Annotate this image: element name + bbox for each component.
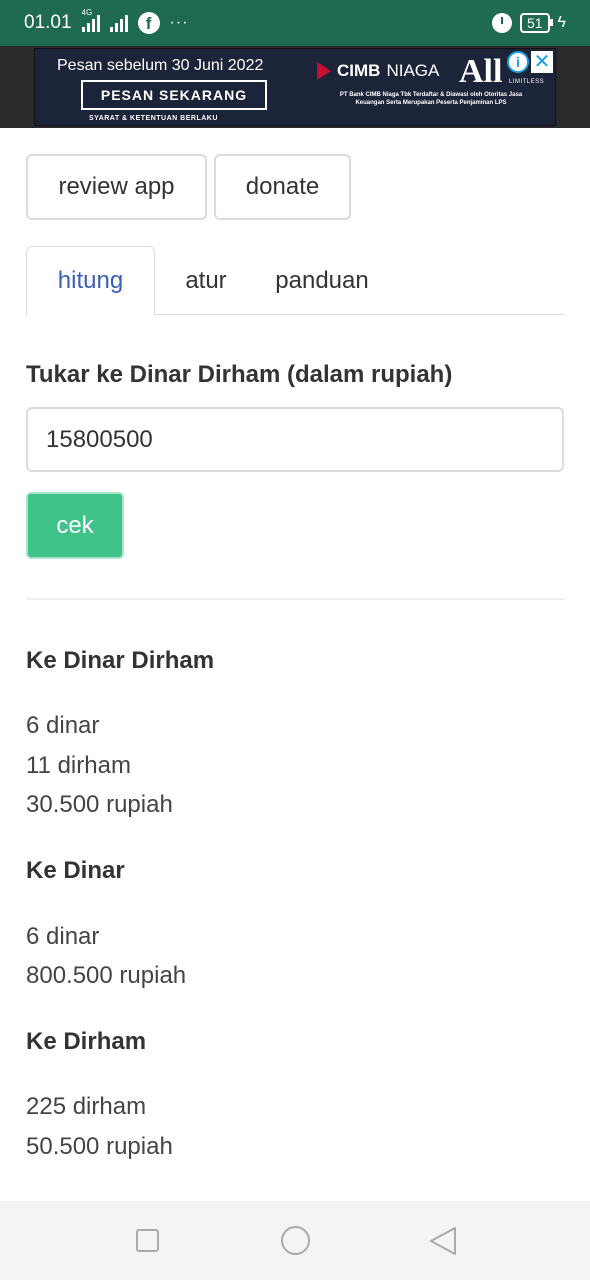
result-line: 11 dirham <box>26 752 131 779</box>
home-icon[interactable] <box>281 1226 310 1255</box>
ad-brand-cimb: CIMB <box>337 61 381 80</box>
ad-banner[interactable]: Pesan sebelum 30 Juni 2022 PESAN SEKARAN… <box>34 48 556 126</box>
charging-icon: ϟ <box>557 14 566 31</box>
system-nav-bar <box>0 1201 590 1280</box>
status-bar: 01.01 4G f ··· 51 ϟ <box>0 0 590 46</box>
ad-limitless: LIMITLESS <box>509 79 545 85</box>
network-type: 4G <box>81 8 93 17</box>
result-line: 6 dinar <box>26 923 100 950</box>
result-line: 30.500 rupiah <box>26 791 173 818</box>
ad-headline: Pesan sebelum 30 Juni 2022 <box>57 57 264 74</box>
divider <box>26 598 564 600</box>
close-icon[interactable]: ✕ <box>531 51 553 73</box>
result-title-dinar-dirham: Ke Dinar Dirham <box>26 647 215 674</box>
ad-cta-button[interactable]: PESAN SEKARANG <box>81 80 267 110</box>
donate-button[interactable]: donate <box>214 154 351 220</box>
result-title-dirham: Ke Dirham <box>26 1028 147 1055</box>
result-line: 50.500 rupiah <box>26 1133 173 1160</box>
amount-label: Tukar ke Dinar Dirham (dalam rupiah) <box>26 361 453 388</box>
signal-icon: 4G <box>81 8 100 32</box>
ad-terms: SYARAT & KETENTUAN BERLAKU <box>89 115 218 122</box>
cek-button[interactable]: cek <box>26 492 124 559</box>
tab-panduan[interactable]: panduan <box>257 246 387 315</box>
info-icon[interactable]: i <box>507 51 529 73</box>
tab-atur[interactable]: atur <box>155 246 257 315</box>
ad-container: Pesan sebelum 30 Juni 2022 PESAN SEKARAN… <box>0 46 590 128</box>
amount-input[interactable]: 15800500 <box>26 407 564 472</box>
result-title-dinar: Ke Dinar <box>26 857 125 884</box>
ad-brand-niaga: NIAGA <box>386 61 440 80</box>
result-line: 225 dirham <box>26 1093 147 1120</box>
result-line: 800.500 rupiah <box>26 962 187 989</box>
cimb-logo-icon <box>317 62 331 80</box>
tab-bar: hitung atur panduan <box>26 246 564 316</box>
ad-fine-print: PT Bank CIMB Niaga Tbk Terdaftar & Diawa… <box>339 92 523 106</box>
signal-icon-2 <box>109 14 128 32</box>
battery-icon: 51 <box>519 13 553 33</box>
ad-all-logo: All <box>459 53 503 90</box>
more-notifications-icon: ··· <box>169 14 189 31</box>
back-icon[interactable] <box>428 1225 458 1257</box>
status-time: 01.01 <box>24 12 72 33</box>
alarm-icon <box>491 13 512 33</box>
review-app-button[interactable]: review app <box>26 154 207 220</box>
facebook-icon: f <box>137 12 160 34</box>
tab-hitung[interactable]: hitung <box>26 246 155 316</box>
result-line: 6 dinar <box>26 712 100 739</box>
ad-brand-logo: CIMB NIAGA <box>317 61 439 81</box>
recent-apps-icon[interactable] <box>136 1229 159 1252</box>
